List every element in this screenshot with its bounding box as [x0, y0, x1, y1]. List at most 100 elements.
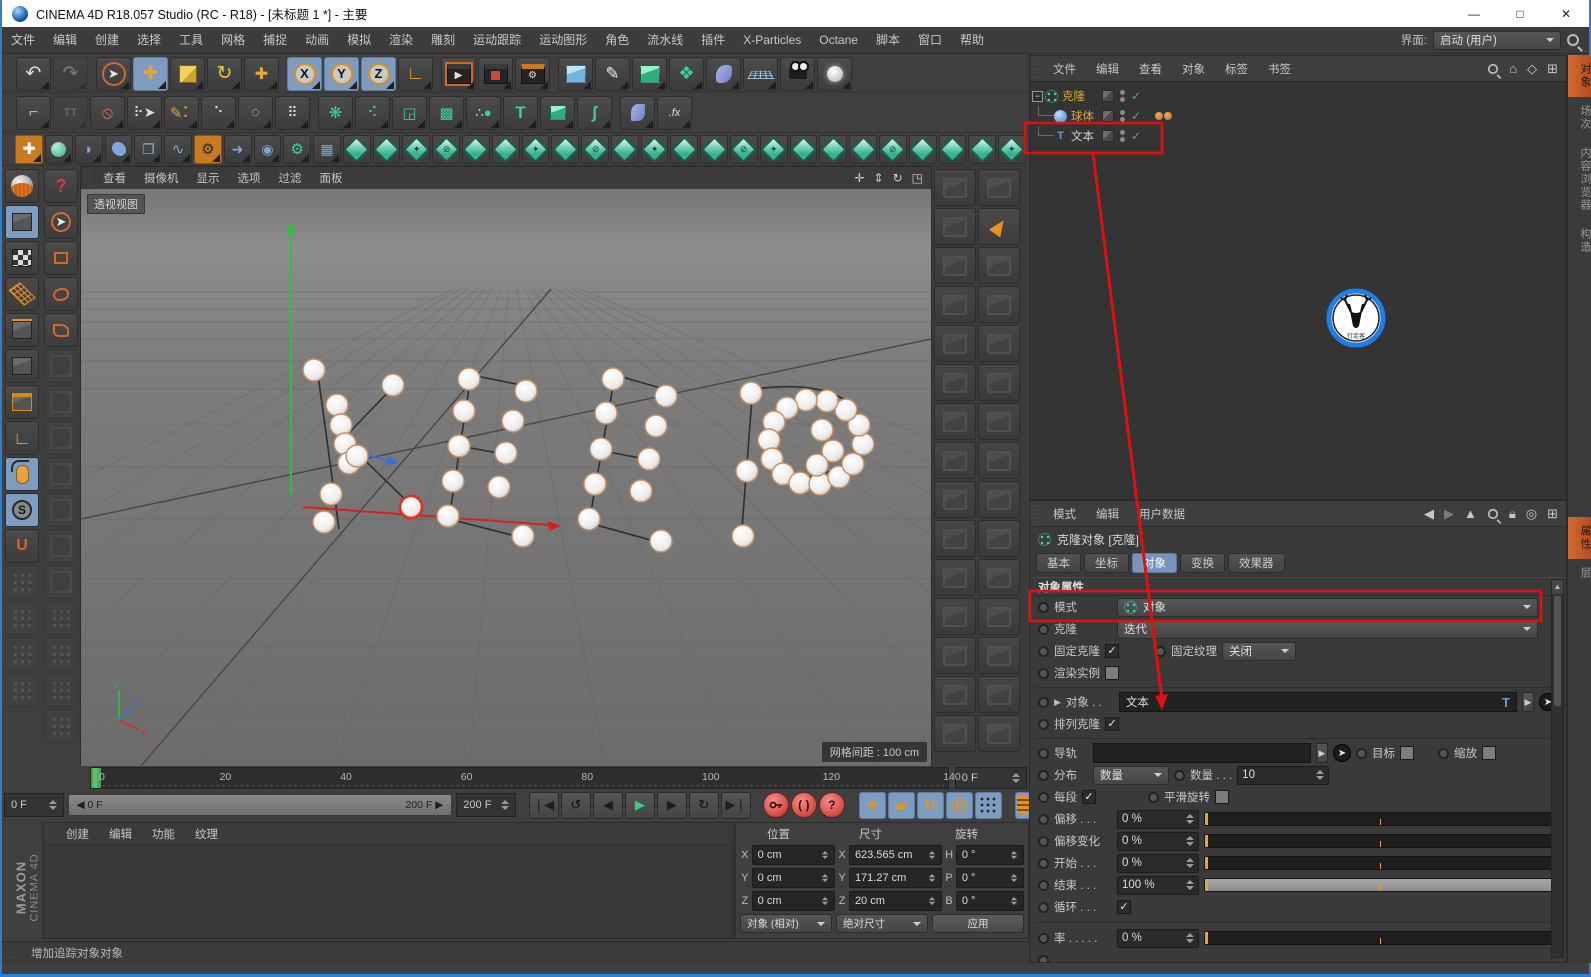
add-spline-icon[interactable]: ✎ [595, 56, 630, 91]
dock-tab-属性[interactable]: 属性 [1568, 517, 1591, 559]
attr-menu-用户数据[interactable]: 用户数据 [1129, 506, 1195, 522]
play-icon[interactable]: ▶ [624, 791, 655, 819]
om-menu-编辑[interactable]: 编辑 [1086, 61, 1129, 77]
preview-range-slider[interactable]: ◀ 0 F 200 F ▶ [67, 794, 453, 816]
points-circle-icon[interactable]: ◌ [238, 95, 273, 130]
command-slot[interactable] [934, 481, 976, 518]
command-slot[interactable] [934, 403, 976, 440]
om-menu-标签[interactable]: 标签 [1215, 61, 1258, 77]
add-light-icon[interactable] [817, 56, 852, 91]
menu-item-网格[interactable]: 网格 [212, 27, 254, 54]
go-end-icon[interactable]: ▶❘ [720, 791, 751, 819]
om-menu-对象[interactable]: 对象 [1172, 61, 1215, 77]
toolbar-grip[interactable] [4, 58, 13, 89]
loop-checkbox[interactable]: ✓ [1117, 900, 1131, 914]
om-menu-文件[interactable]: 文件 [1043, 61, 1086, 77]
model-mode-icon[interactable] [5, 205, 39, 239]
command-slot[interactable] [978, 247, 1020, 284]
menu-item-创建[interactable]: 创建 [86, 27, 128, 54]
viewport-menu-摄像机[interactable]: 摄像机 [135, 170, 188, 186]
effector-icon-16[interactable] [789, 134, 818, 164]
mouse-mode-icon[interactable] [5, 457, 39, 491]
tab-变换[interactable]: 变换 [1180, 553, 1225, 573]
slider-value-field[interactable]: 0 % [1117, 809, 1199, 829]
scrollbar[interactable]: ▲ [1551, 579, 1564, 958]
stepper[interactable] [929, 896, 936, 905]
palette-slot[interactable] [44, 421, 78, 455]
command-slot[interactable] [978, 403, 1020, 440]
texture-mode-icon[interactable] [5, 241, 39, 275]
link-menu-button[interactable]: ▶ [1316, 743, 1328, 763]
lock-y-icon[interactable]: Y [324, 56, 359, 91]
range-end-field[interactable]: 200 F [456, 793, 516, 817]
range-start-field[interactable]: 0 F [4, 793, 64, 817]
command-slot[interactable] [978, 364, 1020, 401]
record-key-icon[interactable] [762, 792, 789, 818]
palette-slot[interactable] [5, 637, 39, 671]
effector-icon-15[interactable]: ✦ [759, 134, 788, 164]
home-icon[interactable]: ⌂ [1509, 61, 1517, 76]
model-globe-icon[interactable] [5, 169, 39, 203]
go-start-icon[interactable]: ❘◀ [528, 791, 559, 819]
toolbar-grip[interactable] [4, 136, 13, 162]
help-icon[interactable]: ? [44, 169, 78, 203]
slider-value-field[interactable]: 0 % [1117, 853, 1199, 873]
points-brush-icon[interactable]: ✎⠅ [164, 95, 199, 130]
add-environment-icon[interactable] [743, 56, 778, 91]
position-x-field[interactable]: 0 cm [751, 844, 836, 865]
palette-slot[interactable] [44, 493, 78, 527]
align-clone-checkbox[interactable]: ✓ [1105, 717, 1119, 731]
command-slot[interactable] [934, 325, 976, 362]
disable-clone-icon[interactable]: ⦸ [90, 95, 125, 130]
stepper[interactable] [1010, 896, 1018, 905]
effector-icon-2[interactable] [372, 134, 401, 164]
menu-item-工具[interactable]: 工具 [170, 27, 212, 54]
menu-item-插件[interactable]: 插件 [692, 27, 734, 54]
slider-track[interactable] [1204, 834, 1556, 848]
mode-dropdown[interactable]: 对象 [1117, 597, 1538, 617]
target-icon[interactable]: ◎ [1526, 506, 1537, 522]
toolbar-grip[interactable] [4, 96, 13, 129]
command-slot[interactable] [978, 637, 1020, 674]
add-icon[interactable]: ⊞ [1547, 506, 1558, 522]
mograph-tracer-icon[interactable]: ∴● [466, 95, 501, 130]
slider-track[interactable] [1204, 856, 1556, 870]
orbit-icon[interactable]: ↻ [893, 171, 903, 185]
coord-mode-dropdown[interactable]: 对象 (相对) [740, 914, 832, 933]
search-icon[interactable] [1567, 34, 1579, 46]
prev-frame-icon[interactable]: ◀ [592, 791, 623, 819]
clone-dropdown[interactable]: 迭代 [1117, 619, 1538, 639]
render-view-icon[interactable]: ▶ [441, 56, 476, 91]
add-icon[interactable]: ⊞ [1547, 61, 1558, 77]
mograph-fracture-icon[interactable]: ◲ [392, 95, 427, 130]
redo-icon[interactable]: ↷ [53, 56, 88, 91]
effector-icon-20[interactable] [908, 134, 937, 164]
palette-slot[interactable] [44, 349, 78, 383]
workplane-icon[interactable]: ⌐ [16, 95, 51, 130]
command-slot[interactable] [934, 559, 976, 596]
anim-dot[interactable] [1038, 601, 1049, 613]
dock-tab-内容浏览器[interactable]: 内容浏览器 [1568, 139, 1591, 220]
layers-icon[interactable]: ❐ [134, 134, 163, 164]
coordinate-system-icon[interactable]: ∟ [398, 56, 433, 91]
stepper[interactable] [822, 873, 829, 882]
command-slot[interactable] [934, 598, 976, 635]
slider-track[interactable] [1204, 878, 1556, 892]
lock-icon[interactable]: 🔒︎ [1509, 506, 1516, 522]
palette-slot[interactable] [44, 385, 78, 419]
mograph-spline-wrap-icon[interactable]: ʃ [577, 95, 612, 130]
last-tool-icon[interactable]: ✚ [244, 56, 279, 91]
effector-icon-10[interactable] [610, 134, 639, 164]
effector-icon-13[interactable] [700, 134, 729, 164]
tab-效果器[interactable]: 效果器 [1228, 553, 1285, 573]
collision-shield-icon[interactable]: ◗ [74, 134, 103, 164]
undo-icon[interactable]: ↶ [16, 56, 51, 91]
command-slot[interactable] [934, 169, 976, 206]
cloth-icon[interactable] [104, 134, 133, 164]
forward-icon[interactable]: ▶ [1444, 506, 1454, 522]
link-menu-button[interactable]: ▶ [1522, 692, 1534, 712]
add-primitive-icon[interactable] [558, 56, 593, 91]
viewport-menu-面板[interactable]: 面板 [311, 170, 352, 186]
rotation-b-field[interactable]: 0 ° [955, 890, 1024, 911]
mograph-matrix-icon[interactable]: ⠪ [355, 95, 390, 130]
